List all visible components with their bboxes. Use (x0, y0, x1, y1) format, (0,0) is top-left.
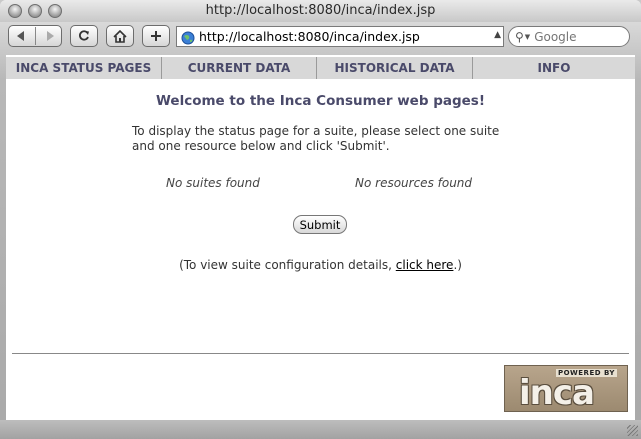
config-details-text: (To view suite configuration details, cl… (6, 258, 635, 272)
page-content: INCA STATUS PAGES CURRENT DATA HISTORICA… (6, 55, 635, 420)
submit-button[interactable]: Submit (293, 215, 347, 234)
resize-grip-icon[interactable] (627, 425, 638, 436)
inca-logo-text: inca (519, 373, 595, 412)
home-icon (113, 29, 127, 43)
forward-arrow-icon[interactable] (41, 30, 55, 42)
title-bar: http://localhost:8080/inca/index.jsp (0, 0, 641, 22)
site-nav-bar: INCA STATUS PAGES CURRENT DATA HISTORICA… (6, 57, 635, 79)
config-suffix: .) (453, 258, 462, 272)
nav-item-historical-data[interactable]: HISTORICAL DATA (317, 57, 473, 79)
plus-icon (150, 30, 162, 42)
search-icon[interactable]: ⚲ (515, 30, 524, 44)
url-dropdown-icon[interactable]: ▲ (494, 30, 501, 40)
window-title: http://localhost:8080/inca/index.jsp (205, 3, 436, 18)
nav-item-info[interactable]: INFO (473, 57, 635, 79)
powered-by-inca-logo[interactable]: POWERED BY inca (504, 365, 628, 412)
no-suites-message: No suites found (166, 176, 260, 190)
address-bar[interactable]: http://localhost:8080/inca/index.jsp ▲ (176, 26, 504, 47)
search-field[interactable]: ⚲ ▼ (508, 26, 630, 47)
nav-item-current-data[interactable]: CURRENT DATA (162, 57, 317, 79)
search-engine-dropdown-icon[interactable]: ▼ (525, 33, 530, 41)
browser-window: http://localhost:8080/inca/index.jsp htt… (0, 0, 641, 439)
nav-item-inca-status-pages[interactable]: INCA STATUS PAGES (6, 57, 162, 79)
reload-button[interactable] (70, 25, 98, 47)
click-here-link[interactable]: click here (396, 258, 454, 272)
add-bookmark-button[interactable] (142, 25, 170, 47)
globe-icon (181, 30, 195, 44)
reload-icon (78, 30, 90, 42)
browser-toolbar: http://localhost:8080/inca/index.jsp ▲ ⚲… (0, 22, 641, 50)
no-resources-message: No resources found (355, 176, 473, 190)
intro-text: To display the status page for a suite, … (132, 124, 500, 153)
page-heading: Welcome to the Inca Consumer web pages! (156, 93, 485, 109)
status-bar (0, 420, 641, 439)
home-button[interactable] (106, 25, 134, 47)
back-arrow-icon[interactable] (16, 30, 30, 42)
footer-divider (12, 353, 629, 354)
button-divider (34, 27, 36, 45)
search-input[interactable] (534, 29, 615, 44)
back-forward-buttons[interactable] (8, 25, 62, 47)
url-text[interactable]: http://localhost:8080/inca/index.jsp (199, 29, 420, 44)
config-prefix: (To view suite configuration details, (179, 258, 396, 272)
